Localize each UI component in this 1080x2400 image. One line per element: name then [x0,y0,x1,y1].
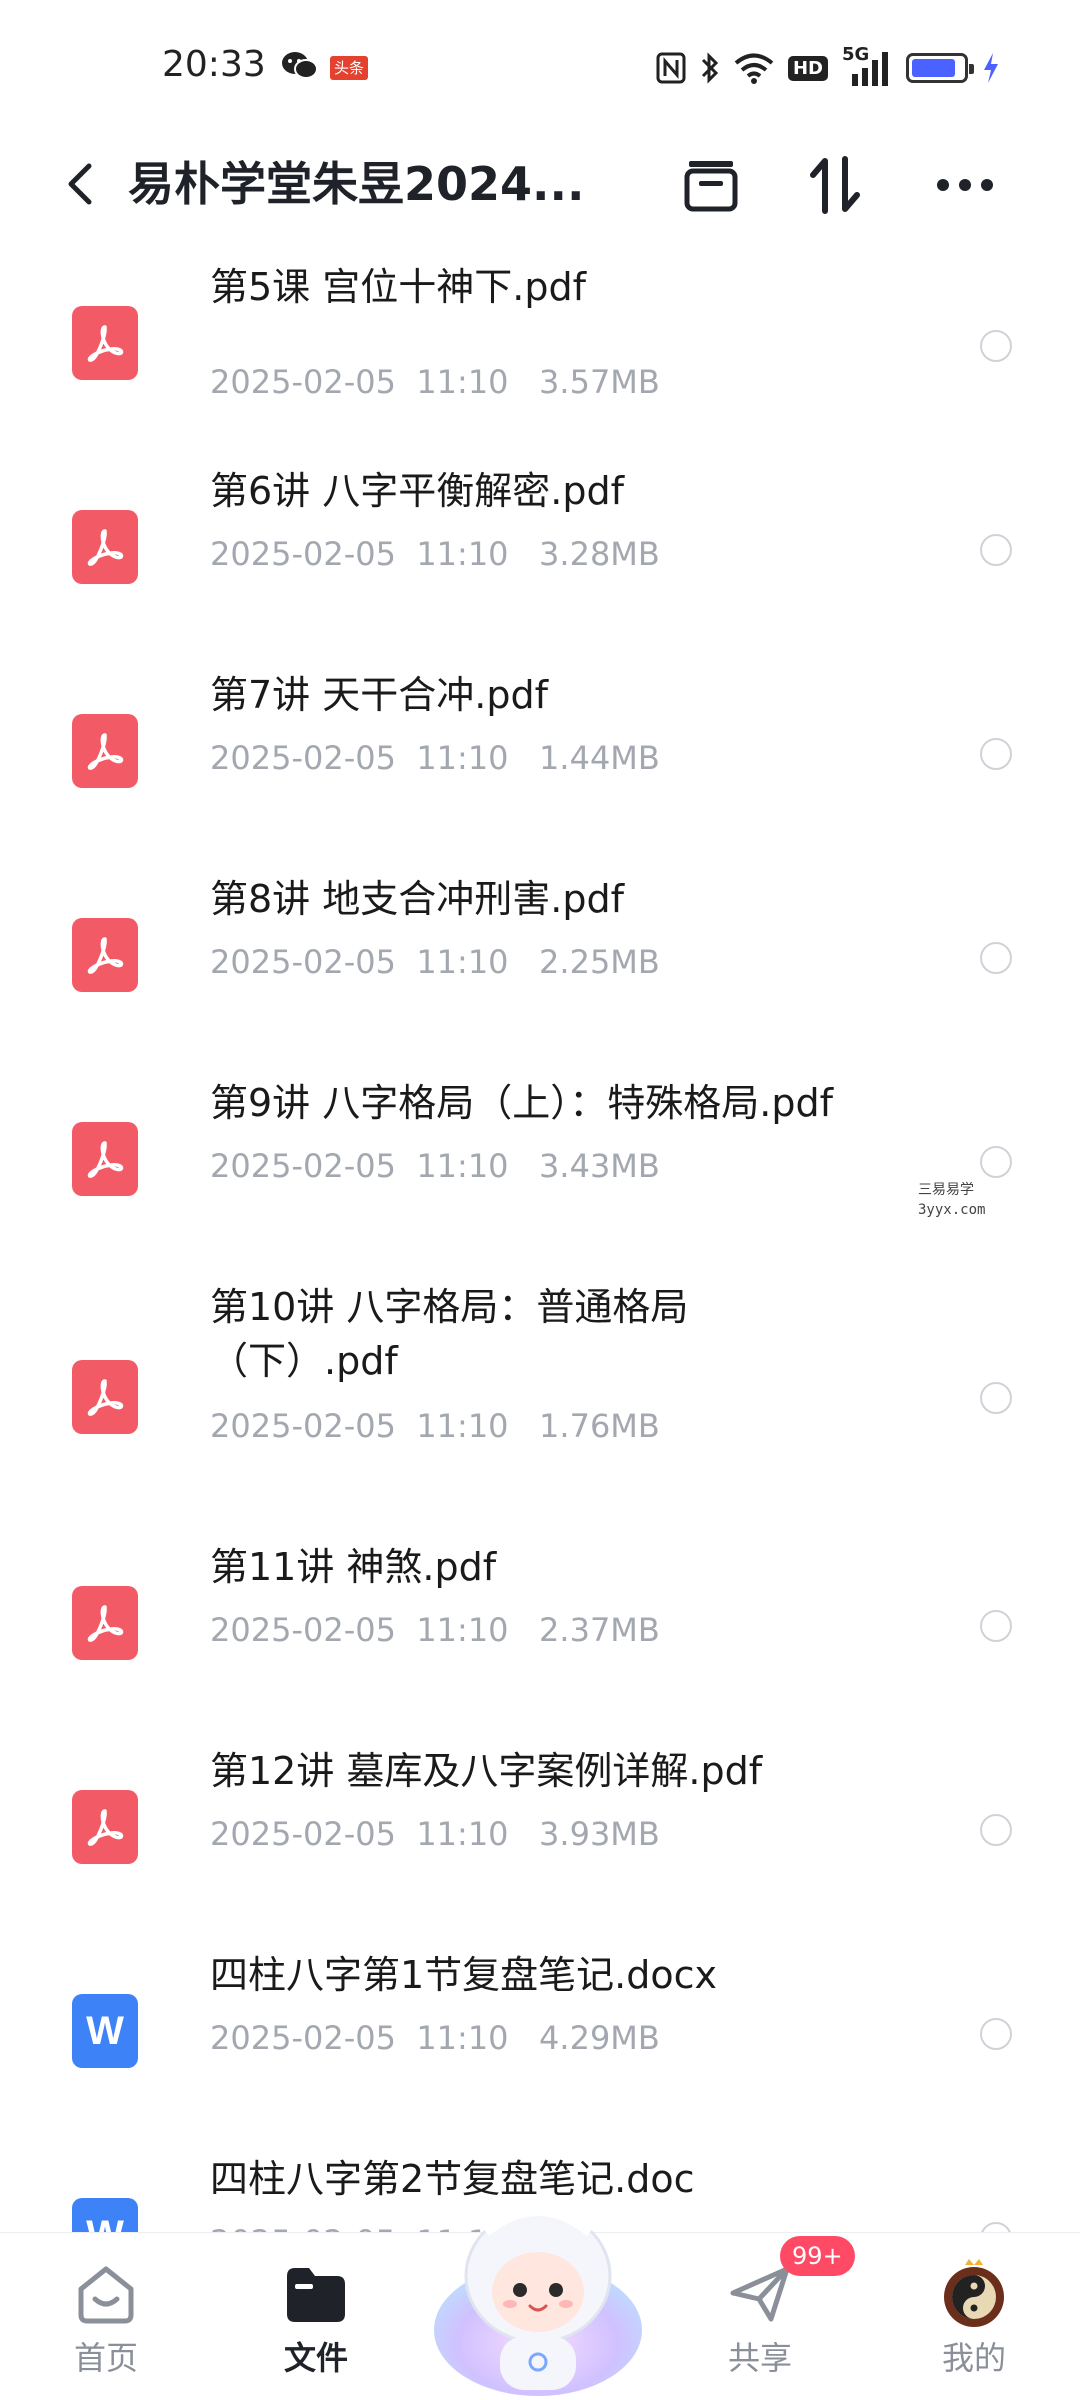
select-radio[interactable] [980,2018,1012,2050]
tab-home[interactable]: 首页 [26,2233,186,2400]
select-radio[interactable] [980,1610,1012,1642]
mascot-icon[interactable] [430,2180,646,2400]
archive-button[interactable] [676,150,746,220]
select-radio[interactable] [980,534,1012,566]
share-count-badge: 99+ [780,2236,855,2276]
wechat-icon [282,52,318,79]
sort-icon [810,156,860,214]
status-bar: 20:33 头条 HD 5G [0,0,1080,132]
pdf-file-icon [72,510,138,584]
battery-icon [906,53,974,83]
nfc-icon [656,52,686,84]
home-icon [71,2261,141,2327]
file-name: 第5课 宫位十神下.pdf [210,265,586,309]
tab-label: 文件 [283,2339,348,2377]
pdf-file-icon [72,918,138,992]
file-name: 第10讲 八字格局：普通格局（下）.pdf [210,1285,689,1383]
pdf-file-icon [72,1586,138,1660]
file-name: 第12讲 墓库及八字案例详解.pdf [210,1749,763,1793]
status-indicators: HD 5G [656,44,1000,88]
battery-fill [912,59,955,77]
header: 易朴学堂朱昱2024... [0,132,1080,242]
file-meta: 2025-02-05 11:10 4.29MB [210,2019,660,2057]
file-row[interactable]: 第10讲 八字格局：普通格局（下）.pdf 2025-02-05 11:10 1… [0,1280,1080,1500]
file-row[interactable]: W 四柱八字第1节复盘笔记.docx 2025-02-05 11:10 4.29… [0,1948,1080,2112]
file-meta: 2025-02-05 11:10 1.76MB [210,1407,660,1445]
tab-label: 我的 [941,2339,1006,2377]
word-file-icon: W [72,1994,138,2068]
file-row[interactable]: 第11讲 神煞.pdf 2025-02-05 11:10 2.37MB [0,1540,1080,1704]
tab-label: 首页 [73,2339,138,2377]
file-name: 四柱八字第1节复盘笔记.docx [210,1953,718,1997]
pdf-file-icon [72,1122,138,1196]
more-button[interactable] [930,150,1000,220]
wifi-icon [734,53,774,84]
watermark: 三易易学 3yyx.com [918,1180,985,1220]
pdf-file-icon [72,1790,138,1864]
tab-files[interactable]: 文件 [236,2233,396,2400]
page-title: 易朴学堂朱昱2024... [128,157,585,211]
pdf-file-icon [72,306,138,380]
tab-label: 共享 [727,2339,792,2377]
file-name: 第6讲 八字平衡解密.pdf [210,469,624,513]
file-row[interactable]: 第8讲 地支合冲刑害.pdf 2025-02-05 11:10 2.25MB [0,872,1080,1036]
select-radio[interactable] [980,330,1012,362]
folder-icon [281,2261,351,2327]
toutiao-icon: 头条 [330,56,368,80]
back-button[interactable] [50,154,110,214]
watermark-line: 三易易学 [918,1182,974,1198]
file-name: 第8讲 地支合冲刑害.pdf [210,877,624,921]
file-name: 第11讲 神煞.pdf [210,1545,497,1589]
file-meta: 2025-02-05 11:10 2.25MB [210,943,660,981]
file-row[interactable]: 第7讲 天干合冲.pdf 2025-02-05 11:10 1.44MB [0,668,1080,832]
avatar-icon [939,2259,1009,2327]
signal-icon: 5G [842,44,892,86]
archive-icon [684,161,738,212]
select-radio[interactable] [980,942,1012,974]
file-list: 第5课 宫位十神下.pdf 2025-02-05 11:10 3.57MB 第6… [0,240,1080,2240]
pdf-file-icon [72,1360,138,1434]
more-icon [937,179,993,191]
charging-icon [984,53,998,83]
file-name: 第9讲 八字格局（上）：特殊格局.pdf [210,1081,833,1125]
file-meta: 2025-02-05 11:10 3.93MB [210,1815,660,1853]
file-row[interactable]: 第5课 宫位十神下.pdf 2025-02-05 11:10 3.57MB [0,260,1080,424]
send-icon [725,2261,795,2327]
file-meta: 2025-02-05 11:10 1.44MB [210,739,660,777]
back-icon [68,163,92,205]
pdf-file-icon [72,714,138,788]
file-meta: 2025-02-05 11:10 3.57MB [210,363,660,401]
sort-button[interactable] [800,150,870,220]
tab-mine[interactable]: 我的 [894,2233,1054,2400]
bluetooth-icon [701,52,719,84]
hd-icon: HD [787,55,828,81]
file-meta: 2025-02-05 11:10 2.37MB [210,1611,660,1649]
file-row[interactable]: 第6讲 八字平衡解密.pdf 2025-02-05 11:10 3.28MB [0,464,1080,628]
select-radio[interactable] [980,738,1012,770]
status-time: 20:33 [162,44,266,85]
file-meta: 2025-02-05 11:10 3.28MB [210,535,660,573]
file-name: 第7讲 天干合冲.pdf [210,673,548,717]
select-radio[interactable] [980,1382,1012,1414]
select-radio[interactable] [980,1146,1012,1178]
file-meta: 2025-02-05 11:10 3.43MB [210,1147,660,1185]
watermark-line: 3yyx.com [918,1202,986,1218]
file-row[interactable]: 第12讲 墓库及八字案例详解.pdf 2025-02-05 11:10 3.93… [0,1744,1080,1908]
select-radio[interactable] [980,1814,1012,1846]
